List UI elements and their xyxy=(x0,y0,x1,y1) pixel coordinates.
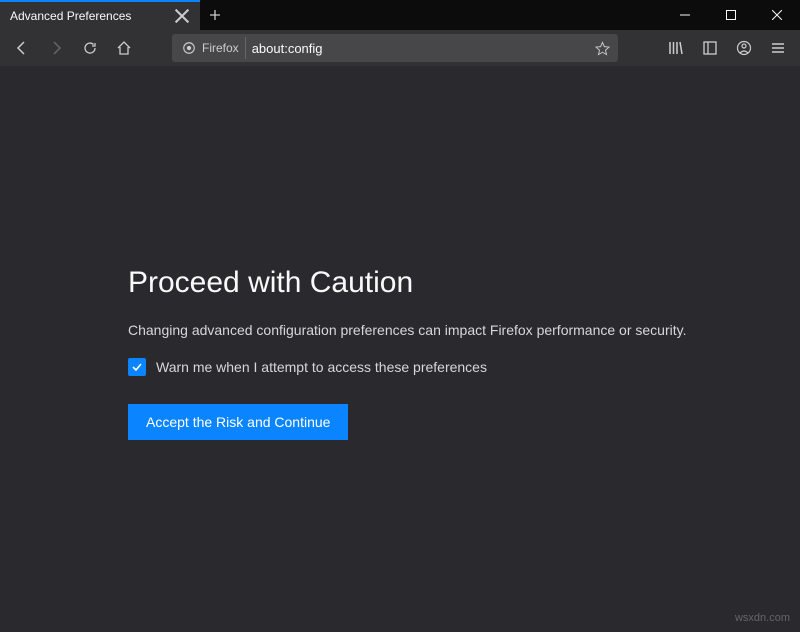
nav-toolbar: Firefox about:config xyxy=(0,30,800,66)
checkbox[interactable] xyxy=(128,358,146,376)
warning-text: Changing advanced configuration preferen… xyxy=(128,322,800,338)
home-icon xyxy=(116,40,132,56)
minimize-icon xyxy=(680,10,690,20)
app-menu-button[interactable] xyxy=(762,33,794,63)
toolbar-right xyxy=(660,33,794,63)
forward-button[interactable] xyxy=(40,33,72,63)
page-title: Proceed with Caution xyxy=(128,266,800,300)
checkbox-label: Warn me when I attempt to access these p… xyxy=(156,359,487,375)
sidebar-icon xyxy=(702,40,718,56)
url-text: about:config xyxy=(252,41,584,56)
library-icon xyxy=(668,40,684,56)
hamburger-icon xyxy=(770,40,786,56)
close-icon xyxy=(174,8,190,24)
star-icon xyxy=(595,41,610,56)
content-area: Proceed with Caution Changing advanced c… xyxy=(0,66,800,632)
library-button[interactable] xyxy=(660,33,692,63)
identity-label: Firefox xyxy=(202,41,239,55)
check-icon xyxy=(131,361,143,373)
accept-risk-button[interactable]: Accept the Risk and Continue xyxy=(128,404,348,440)
url-bar[interactable]: Firefox about:config xyxy=(172,34,618,62)
minimize-button[interactable] xyxy=(662,0,708,30)
watermark: wsxdn.com xyxy=(735,612,790,624)
bookmark-star-button[interactable] xyxy=(590,41,614,56)
account-icon xyxy=(736,40,752,56)
reload-button[interactable] xyxy=(74,33,106,63)
window-controls xyxy=(662,0,800,30)
firefox-icon xyxy=(182,41,196,55)
back-arrow-icon xyxy=(14,40,30,56)
maximize-icon xyxy=(726,10,736,20)
sidebar-button[interactable] xyxy=(694,33,726,63)
close-window-button[interactable] xyxy=(754,0,800,30)
plus-icon xyxy=(209,9,221,21)
back-button[interactable] xyxy=(6,33,38,63)
tab-active[interactable]: Advanced Preferences xyxy=(0,0,200,30)
new-tab-button[interactable] xyxy=(200,0,230,30)
home-button[interactable] xyxy=(108,33,140,63)
account-button[interactable] xyxy=(728,33,760,63)
maximize-button[interactable] xyxy=(708,0,754,30)
tab-close-button[interactable] xyxy=(174,8,190,24)
forward-arrow-icon xyxy=(48,40,64,56)
reload-icon xyxy=(82,40,98,56)
tab-strip: Advanced Preferences xyxy=(0,0,662,30)
tab-title: Advanced Preferences xyxy=(10,9,131,23)
identity-box[interactable]: Firefox xyxy=(176,37,246,59)
titlebar: Advanced Preferences xyxy=(0,0,800,30)
show-warning-checkbox-row[interactable]: Warn me when I attempt to access these p… xyxy=(128,358,800,376)
close-icon xyxy=(772,10,782,20)
